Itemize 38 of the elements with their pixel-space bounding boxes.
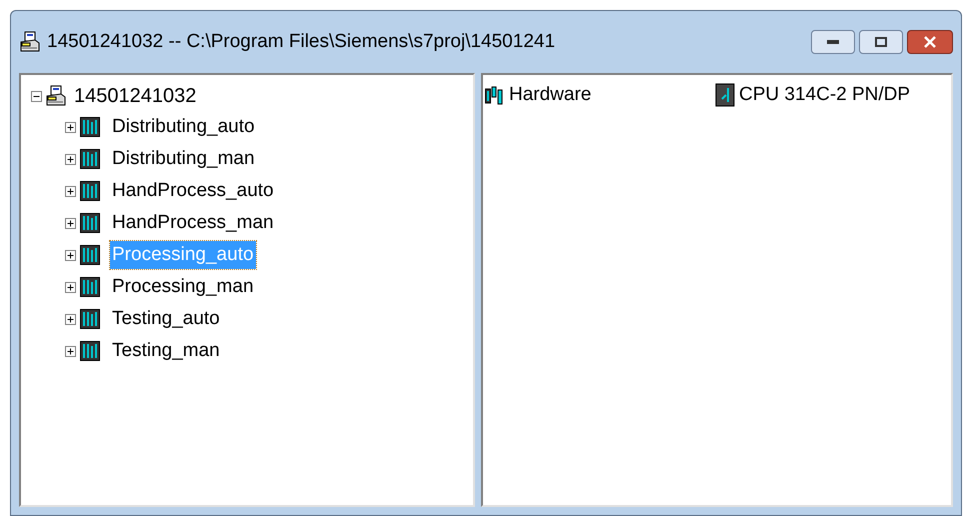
tree-item[interactable]: 14501241032: [74, 81, 196, 111]
project-icon: [45, 85, 67, 107]
expand-icon[interactable]: [65, 122, 76, 132]
station-icon: [80, 341, 100, 361]
collapse-icon[interactable]: [31, 90, 42, 102]
station-icon: [80, 117, 100, 137]
station-icon: [80, 309, 100, 329]
station-icon: [80, 277, 100, 297]
expand-icon[interactable]: [65, 314, 76, 324]
expand-icon[interactable]: [65, 282, 76, 292]
tree-item[interactable]: Distributing_man: [110, 144, 257, 174]
station-icon: [80, 181, 100, 201]
tree-item[interactable]: Distributing_auto: [110, 112, 257, 142]
expand-icon[interactable]: [65, 218, 76, 228]
expand-icon[interactable]: [65, 186, 76, 196]
tree-item[interactable]: Testing_auto: [110, 304, 222, 334]
maximize-icon: [875, 37, 887, 47]
close-button[interactable]: [907, 30, 953, 54]
station-icon: [80, 245, 100, 265]
window-icon: [19, 31, 41, 53]
minimize-button[interactable]: [811, 30, 855, 54]
station-icon: [80, 213, 100, 233]
expand-icon[interactable]: [65, 250, 76, 260]
window-title: 14501241032 -- C:\Program Files\Siemens\s7proj\14501241: [47, 30, 556, 54]
expand-icon[interactable]: [65, 154, 76, 164]
close-icon: [924, 36, 936, 48]
station-icon: [80, 149, 100, 169]
tree-item[interactable]: Processing_man: [110, 272, 256, 302]
object-item[interactable]: Hardware: [509, 81, 592, 110]
tree-item[interactable]: HandProcess_auto: [110, 176, 276, 206]
tree-item[interactable]: Testing_man: [110, 336, 222, 366]
minimize-icon: [827, 40, 839, 44]
expand-icon[interactable]: [65, 346, 76, 356]
hardware-icon: [485, 85, 505, 106]
maximize-button[interactable]: [859, 30, 903, 54]
object-item[interactable]: CPU 314C-2 PN/DP: [739, 81, 910, 110]
tree-item[interactable]: HandProcess_man: [110, 208, 276, 238]
cpu-icon: [715, 83, 735, 108]
